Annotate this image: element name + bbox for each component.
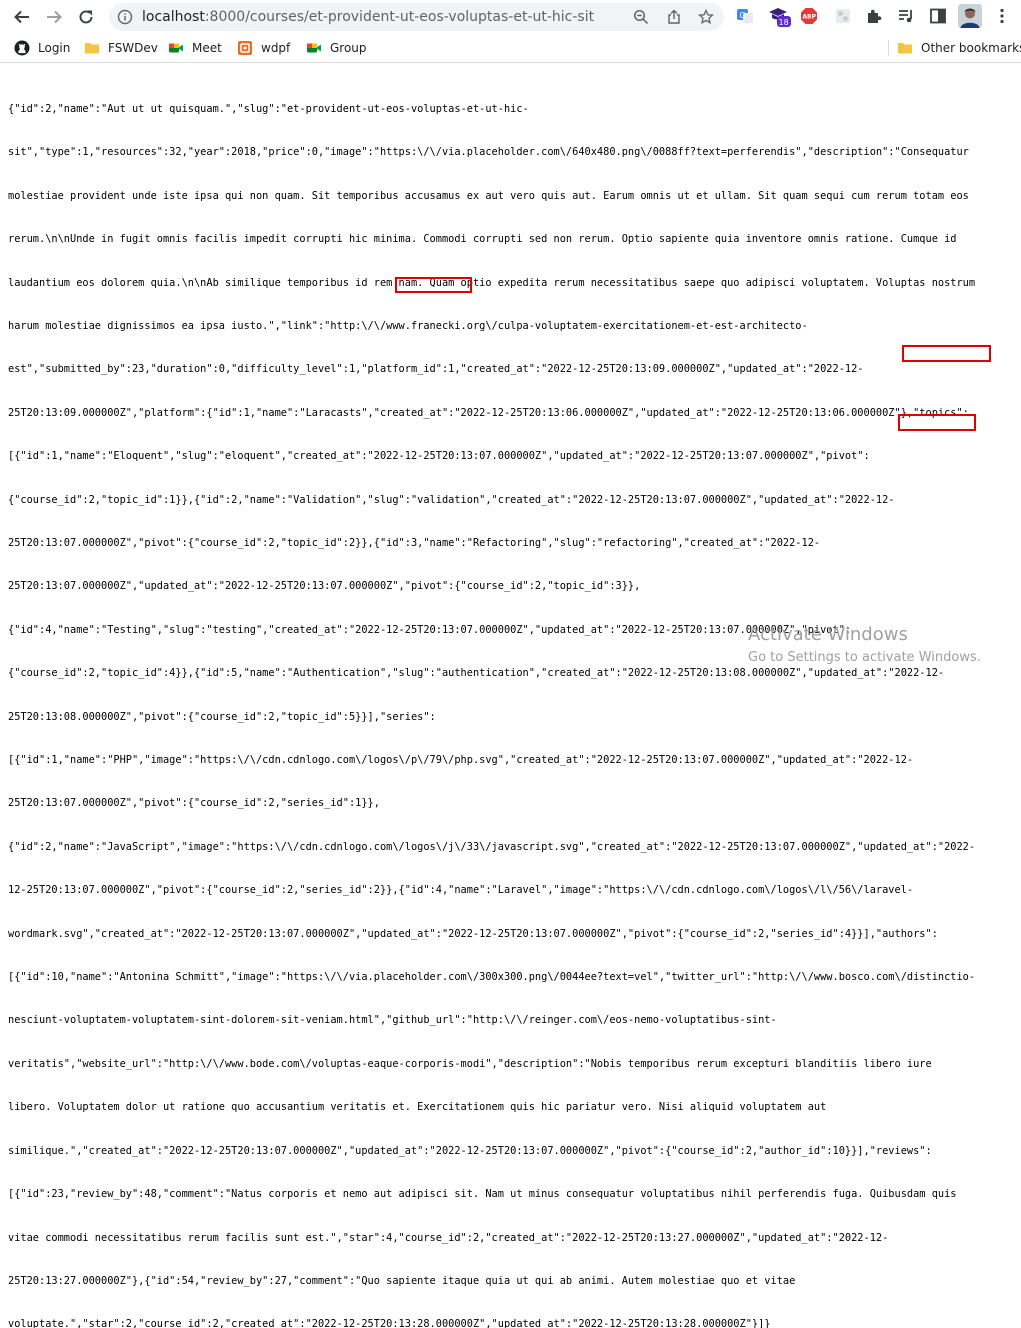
bookmark-wdpf[interactable]: wdpf <box>237 38 290 58</box>
reload-button[interactable] <box>73 4 99 30</box>
extensions-puzzle-icon[interactable] <box>865 7 883 25</box>
json-line: molestiae provident unde iste ipsa qui n… <box>8 189 969 202</box>
svg-text:G: G <box>740 11 746 20</box>
json-line: harum molestiae dignissimos ea ipsa iust… <box>8 319 808 332</box>
profile-avatar[interactable] <box>958 4 982 28</box>
bookmarks-separator <box>888 40 889 56</box>
translate-extension-icon[interactable]: G <box>736 7 754 25</box>
json-line: est","submitted_by":23,"duration":0,"dif… <box>8 363 864 376</box>
json-line: [{"id":1,"name":"Eloquent","slug":"eloqu… <box>8 450 870 463</box>
json-line: rerum.\n\nUnde in fugit omnis facilis im… <box>8 233 957 246</box>
json-line: laudantium eos dolorem quia.\n\nAb simil… <box>8 276 976 289</box>
media-control-icon[interactable] <box>897 7 915 25</box>
bookmark-group[interactable]: Group <box>306 38 367 58</box>
folder-icon <box>897 40 913 56</box>
side-panel-icon[interactable] <box>929 7 947 25</box>
authors-key-highlight <box>902 345 991 362</box>
json-response-body: {"id":2,"name":"Aut ut ut quisquam.","sl… <box>8 73 1008 1328</box>
reload-icon <box>79 10 93 24</box>
json-line: {"course_id":2,"topic_id":1}},{"id":2,"n… <box>8 493 895 506</box>
arrow-right-icon <box>47 10 62 24</box>
zoom-icon[interactable] <box>633 9 649 25</box>
json-line: [{"id":23,"review_by":48,"comment":"Natu… <box>8 1188 957 1201</box>
json-line: similique.","created_at":"2022-12-25T20:… <box>8 1144 932 1157</box>
site-info-icon[interactable] <box>117 9 133 25</box>
url-text[interactable]: localhost:8000/courses/et-provident-ut-e… <box>142 9 594 25</box>
json-line: 25T20:13:08.000000Z","pivot":{"course_id… <box>8 710 436 723</box>
arrow-left-icon <box>14 10 29 24</box>
watermark-title: Activate Windows <box>748 624 908 645</box>
bookmark-star-icon[interactable] <box>698 9 714 25</box>
bookmark-label: FSWDev <box>108 41 158 55</box>
other-bookmarks[interactable]: Other bookmarks <box>897 38 1021 58</box>
bookmark-label: Login <box>38 41 71 55</box>
json-line: vitae commodi necessitatibus rerum facil… <box>8 1231 889 1244</box>
other-bookmarks-label: Other bookmarks <box>921 41 1021 55</box>
reviews-key-highlight <box>898 414 976 431</box>
bookmark-meet[interactable]: Meet <box>168 38 222 58</box>
bookmark-fswdev[interactable]: FSWDev <box>84 38 158 58</box>
folder-icon <box>84 40 100 56</box>
json-line: [{"id":1,"name":"PHP","image":"https:\/\… <box>8 754 914 767</box>
json-line: 25T20:13:07.000000Z","updated_at":"2022-… <box>8 580 641 593</box>
json-line: 25T20:13:09.000000Z","platform":{"id":1,… <box>8 406 969 419</box>
watermark-subtitle: Go to Settings to activate Windows. <box>748 650 981 665</box>
adblock-label: ABP <box>802 14 816 21</box>
github-icon <box>14 40 30 56</box>
json-line: {"course_id":2,"topic_id":4}},{"id":5,"n… <box>8 667 945 680</box>
json-line: 25T20:13:27.000000Z"},{"id":54,"review_b… <box>8 1274 796 1287</box>
browser-menu-icon[interactable] <box>993 7 1011 25</box>
json-line: voluptate.","star":2,"course_id":2,"crea… <box>8 1318 771 1328</box>
extension-badge: 18 <box>779 18 789 27</box>
json-line: [{"id":10,"name":"Antonina Schmitt","ima… <box>8 971 976 984</box>
grid-extension-icon[interactable] <box>834 7 852 25</box>
share-icon[interactable] <box>666 9 682 25</box>
adblock-extension-icon[interactable]: ABP <box>800 7 818 25</box>
json-line: 12-25T20:13:07.000000Z","pivot":{"course… <box>8 884 914 897</box>
bookmark-label: Meet <box>192 41 222 55</box>
meet-icon <box>306 40 322 56</box>
graduation-cap-extension-icon[interactable]: 18 <box>767 4 791 28</box>
json-line: veritatis","website_url":"http:\/\/www.b… <box>8 1057 932 1070</box>
browser-toolbar: localhost:8000/courses/et-provident-ut-e… <box>0 0 1021 34</box>
meet-icon <box>168 40 184 56</box>
json-line: libero. Voluptatem dolor ut ratione quo … <box>8 1101 827 1114</box>
wdpf-icon <box>237 40 253 56</box>
windows-activation-watermark: Activate Windows Go to Settings to activ… <box>748 624 981 666</box>
bookmark-label: Group <box>330 41 367 55</box>
series-key-highlight <box>395 277 472 293</box>
json-line: {"id":2,"name":"Aut ut ut quisquam.","sl… <box>8 102 529 115</box>
json-line: 25T20:13:07.000000Z","pivot":{"course_id… <box>8 537 821 549</box>
json-line: sit","type":1,"resources":32,"year":2018… <box>8 146 969 159</box>
bookmark-label: wdpf <box>261 41 291 55</box>
address-bar[interactable]: localhost:8000/courses/et-provident-ut-e… <box>109 3 724 31</box>
url-host: localhost <box>142 9 205 25</box>
back-button[interactable] <box>9 4 35 30</box>
json-line: nesciunt-voluptatem-voluptatem-sint-dolo… <box>8 1014 777 1027</box>
bookmarks-bar: Login FSWDev Meet wdpf Group Other bookm… <box>0 34 1021 63</box>
forward-button[interactable] <box>41 4 67 30</box>
url-path: :8000/courses/et-provident-ut-eos-volupt… <box>204 9 595 25</box>
json-line: wordmark.svg","created_at":"2022-12-25T2… <box>8 927 938 940</box>
json-line: {"id":2,"name":"JavaScript","image":"htt… <box>8 840 976 853</box>
bookmark-login[interactable]: Login <box>14 38 70 58</box>
json-line: 25T20:13:07.000000Z","pivot":{"course_id… <box>8 797 380 810</box>
